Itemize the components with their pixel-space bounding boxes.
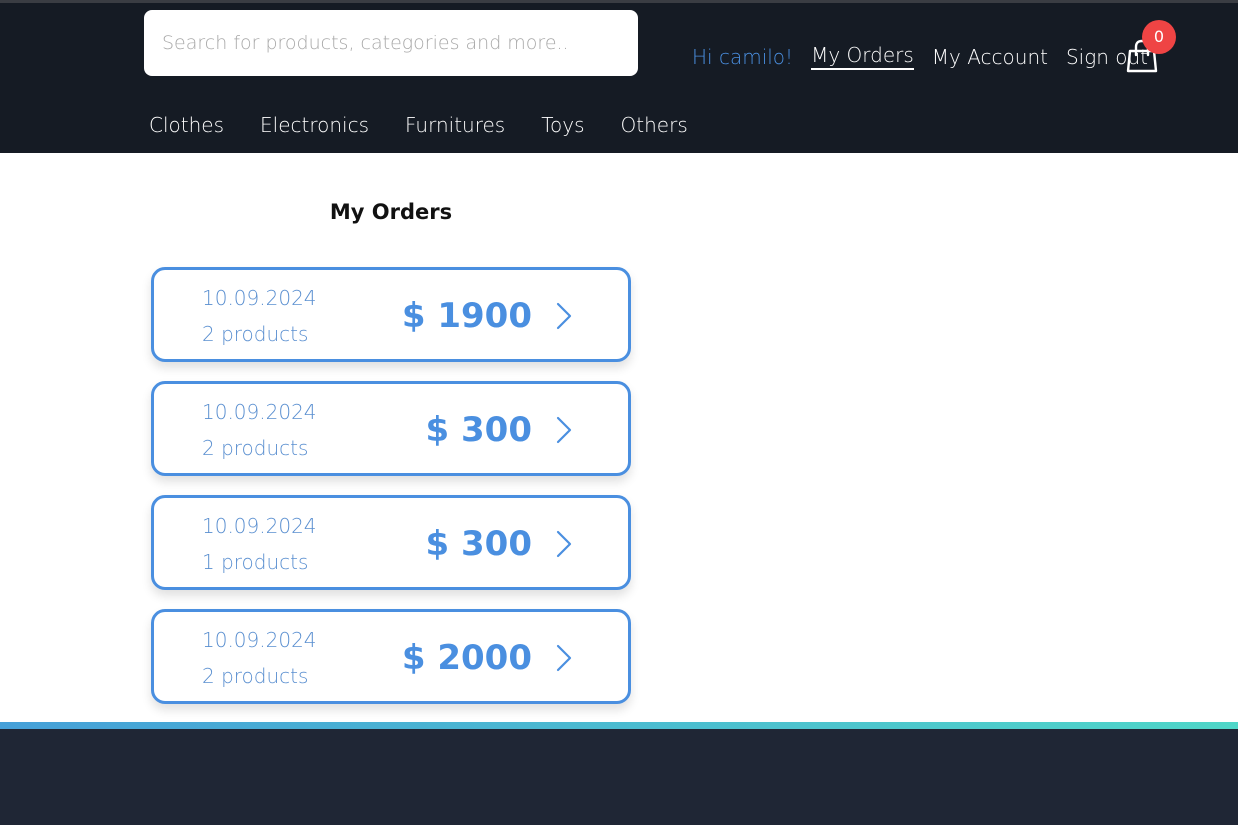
order-total: $ 1900 — [401, 296, 532, 336]
category-others[interactable]: Others — [621, 113, 688, 137]
order-card[interactable]: 10.09.2024 2 products $ 2000 — [151, 609, 631, 704]
order-date: 10.09.2024 — [202, 514, 317, 538]
chevron-right-icon — [556, 416, 572, 444]
order-product-count: 2 products — [202, 322, 309, 346]
category-clothes[interactable]: Clothes — [149, 113, 224, 137]
category-electronics[interactable]: Electronics — [260, 113, 369, 137]
order-card[interactable]: 10.09.2024 1 products $ 300 — [151, 495, 631, 590]
order-date: 10.09.2024 — [202, 628, 317, 652]
page-title: My Orders — [329, 200, 453, 224]
my-account-link[interactable]: My Account — [932, 45, 1048, 69]
order-product-count: 2 products — [202, 664, 309, 688]
chevron-right-icon — [556, 302, 572, 330]
category-toys[interactable]: Toys — [541, 113, 584, 137]
greeting: Hi camilo! — [692, 44, 794, 69]
order-total: $ 300 — [425, 410, 532, 450]
chevron-right-icon — [556, 644, 572, 672]
cart-count-badge: 0 — [1142, 20, 1176, 54]
top-nav: Hi camilo! My Orders My Account Sign out — [692, 43, 1166, 70]
order-date: 10.09.2024 — [202, 286, 317, 310]
footer — [0, 729, 1238, 825]
chevron-right-icon — [556, 530, 572, 558]
header: Hi camilo! My Orders My Account Sign out… — [0, 3, 1238, 153]
order-card[interactable]: 10.09.2024 2 products $ 1900 — [151, 267, 631, 362]
my-orders-link[interactable]: My Orders — [811, 43, 914, 70]
footer-accent-stripe — [0, 722, 1238, 729]
order-total: $ 300 — [425, 524, 532, 564]
order-date: 10.09.2024 — [202, 400, 317, 424]
search-input[interactable] — [144, 10, 638, 76]
category-furnitures[interactable]: Furnitures — [405, 113, 505, 137]
order-product-count: 2 products — [202, 436, 309, 460]
order-product-count: 1 products — [202, 550, 309, 574]
category-nav: Clothes Electronics Furnitures Toys Othe… — [149, 113, 688, 137]
cart-button[interactable]: 0 — [1122, 20, 1176, 77]
order-total: $ 2000 — [401, 638, 532, 678]
order-card[interactable]: 10.09.2024 2 products $ 300 — [151, 381, 631, 476]
